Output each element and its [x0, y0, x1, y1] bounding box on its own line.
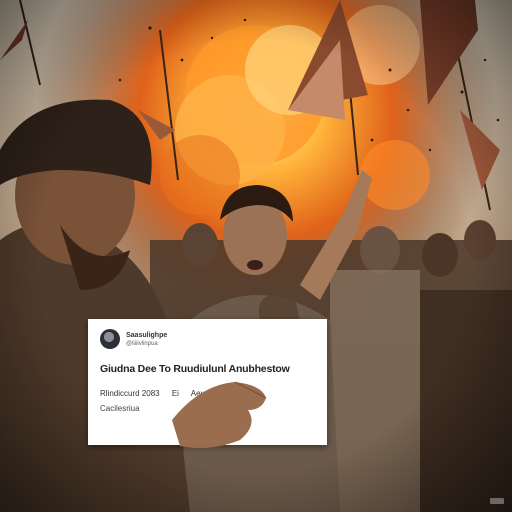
post-headline: Giudna Dee To Ruudiulunl Anubhestow — [100, 363, 290, 375]
watermark — [490, 498, 504, 504]
account-handle: @liiiivlinpua — [126, 340, 158, 347]
post-header: Saasulighpe @liiiivlinpua — [100, 329, 315, 349]
post-meta-left: Rlindiccurd 2083 — [100, 389, 160, 398]
avatar[interactable] — [100, 329, 120, 349]
account-name[interactable]: Saasulighpe — [126, 332, 167, 339]
hand-overlay — [172, 381, 267, 448]
